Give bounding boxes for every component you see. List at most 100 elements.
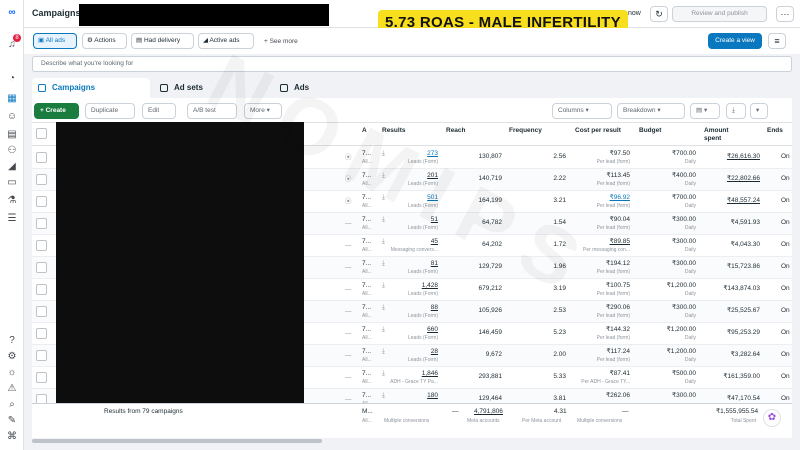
row-budget[interactable]: ₹500.00 bbox=[672, 370, 696, 378]
row-checkbox[interactable] bbox=[36, 262, 47, 273]
had-delivery-filter[interactable]: ▤ Had delivery bbox=[131, 33, 194, 49]
row-budget[interactable]: ₹1,200.00 bbox=[667, 326, 696, 334]
review-publish-button[interactable]: Review and publish bbox=[672, 6, 767, 22]
row-results[interactable]: 660 bbox=[427, 326, 438, 334]
row-ends: On bbox=[781, 263, 790, 270]
edit-button[interactable]: Edit bbox=[142, 103, 176, 119]
bug-report-icon[interactable]: ⚠ bbox=[5, 382, 19, 396]
search-icon[interactable]: ⌕ bbox=[5, 398, 19, 412]
row-checkbox[interactable] bbox=[36, 306, 47, 317]
settings-gear-icon[interactable]: ⚙ bbox=[5, 350, 19, 364]
col-budget[interactable]: Budget bbox=[639, 127, 661, 135]
ads-manager-grid-icon[interactable]: ▦ bbox=[5, 92, 19, 106]
download-icon[interactable]: ⤓ bbox=[382, 260, 385, 268]
row-checkbox[interactable] bbox=[36, 196, 47, 207]
menu-icon[interactable]: ☰ bbox=[5, 212, 19, 226]
row-budget[interactable]: ₹300.00 bbox=[672, 238, 696, 246]
all-ads-filter[interactable]: ▣ All ads bbox=[33, 33, 77, 49]
row-attribution-sub: All... bbox=[362, 291, 372, 297]
row-checkbox[interactable] bbox=[36, 174, 47, 185]
folder-icon: ▣ bbox=[38, 37, 46, 44]
row-attribution: 7... bbox=[362, 392, 372, 399]
overview-icon[interactable]: ◔ bbox=[5, 72, 19, 86]
row-checkbox[interactable] bbox=[36, 218, 47, 229]
row-cost-per-result: ₹89.85 bbox=[609, 238, 630, 245]
create-button[interactable]: + Create bbox=[34, 103, 79, 119]
actions-filter[interactable]: ⚙ Actions bbox=[82, 33, 127, 49]
download-icon[interactable]: ⤓ bbox=[382, 282, 385, 290]
row-budget[interactable]: ₹1,200.00 bbox=[667, 348, 696, 356]
footer-cpr: — bbox=[622, 408, 629, 415]
row-checkbox[interactable] bbox=[36, 284, 47, 295]
row-results[interactable]: 28 bbox=[431, 348, 438, 356]
horizontal-scrollbar[interactable] bbox=[32, 439, 322, 443]
row-checkbox[interactable] bbox=[36, 152, 47, 163]
meta-logo-icon[interactable]: ∞ bbox=[5, 6, 19, 20]
row-checkbox[interactable] bbox=[36, 240, 47, 251]
accounts-icon[interactable]: ⚇ bbox=[5, 144, 19, 158]
campaigns-megaphone-icon[interactable]: ◢ bbox=[5, 160, 19, 174]
row-budget[interactable]: ₹700.00 bbox=[672, 150, 696, 158]
col-ends[interactable]: Ends bbox=[767, 127, 783, 135]
row-budget[interactable]: ₹300.00 bbox=[672, 216, 696, 224]
search-input[interactable]: Describe what you're looking for bbox=[32, 56, 792, 72]
refresh-button[interactable]: ↻ bbox=[650, 6, 668, 22]
row-cost-per-result: ₹117.24 bbox=[606, 348, 630, 355]
export-button[interactable]: ⤓ bbox=[726, 103, 746, 119]
pages-icon[interactable]: ▤ bbox=[5, 128, 19, 142]
row-attribution-sub: All... bbox=[362, 225, 372, 231]
download-icon[interactable]: ⤓ bbox=[382, 348, 385, 356]
duplicate-button[interactable]: Duplicate bbox=[85, 103, 135, 119]
breakdown-button[interactable]: Breakdown ▾ bbox=[617, 103, 685, 119]
col-cost-per-result[interactable]: Cost per result bbox=[575, 127, 625, 135]
download-icon[interactable]: ⤓ bbox=[382, 326, 385, 334]
download-icon[interactable]: ⤓ bbox=[382, 392, 385, 400]
more-options-button[interactable]: ··· bbox=[776, 6, 794, 22]
row-attribution-sub: All... bbox=[362, 269, 372, 275]
updated-time: now bbox=[628, 10, 641, 17]
events-manager-icon[interactable]: ⚗ bbox=[5, 194, 19, 208]
row-checkbox[interactable] bbox=[36, 328, 47, 339]
expand-button[interactable]: ▾ bbox=[750, 103, 768, 119]
row-budget[interactable]: ₹1,200.00 bbox=[667, 282, 696, 290]
download-icon[interactable]: ⤓ bbox=[382, 370, 385, 378]
audiences-icon[interactable]: ☺ bbox=[5, 110, 19, 124]
create-view-button[interactable]: Create a view bbox=[708, 33, 762, 49]
row-results[interactable]: 81 bbox=[431, 260, 438, 268]
download-icon[interactable]: ⤓ bbox=[382, 238, 385, 246]
col-reach[interactable]: Reach bbox=[446, 127, 466, 135]
expand-icon[interactable]: ⌘ bbox=[5, 430, 19, 444]
row-cost-per-result-sub: Per lead (form) bbox=[596, 291, 630, 297]
col-frequency[interactable]: Frequency bbox=[509, 127, 542, 135]
row-checkbox[interactable] bbox=[36, 350, 47, 361]
help-icon[interactable]: ? bbox=[5, 334, 19, 348]
row-ends: On bbox=[781, 219, 790, 226]
tab-campaigns[interactable]: Campaigns bbox=[32, 78, 150, 98]
download-icon[interactable]: ⤓ bbox=[382, 304, 385, 312]
columns-button[interactable]: Columns ▾ bbox=[552, 103, 612, 119]
row-results-sub: ADH - Grace TY Pa... bbox=[390, 379, 438, 385]
row-budget[interactable]: ₹700.00 bbox=[672, 194, 696, 202]
tab-campaigns-label: Campaigns bbox=[52, 83, 96, 92]
row-budget[interactable]: ₹400.00 bbox=[672, 172, 696, 180]
row-results[interactable]: 1,846 bbox=[422, 370, 438, 378]
row-checkbox[interactable] bbox=[36, 372, 47, 383]
settings-sliders-button[interactable]: ≡ bbox=[768, 33, 786, 49]
footer-reach: 4,791,806 bbox=[474, 408, 503, 415]
tools-icon[interactable]: ✎ bbox=[5, 414, 19, 428]
notifications-icon[interactable]: ☼ bbox=[5, 366, 19, 380]
select-all-checkbox[interactable] bbox=[36, 128, 47, 139]
notification-badge: 8 bbox=[13, 34, 21, 42]
see-more-link[interactable]: + See more bbox=[264, 38, 298, 45]
row-results[interactable]: 88 bbox=[431, 304, 438, 312]
reports-button[interactable]: ▤ ▾ bbox=[690, 103, 720, 119]
assistant-chat-icon[interactable]: ✿ bbox=[763, 409, 781, 427]
row-results[interactable]: 1,428 bbox=[422, 282, 438, 290]
row-budget[interactable]: ₹300.00 bbox=[672, 260, 696, 268]
col-amount-spent[interactable]: Amount spent bbox=[704, 127, 744, 143]
row-budget[interactable]: ₹300.00 bbox=[672, 304, 696, 312]
billing-card-icon[interactable]: ▭ bbox=[5, 176, 19, 190]
row-budget[interactable]: ₹300.00 bbox=[672, 392, 696, 400]
row-results[interactable]: 180 bbox=[427, 392, 438, 400]
row-amount-spent: ₹26,616.30 bbox=[726, 153, 760, 160]
